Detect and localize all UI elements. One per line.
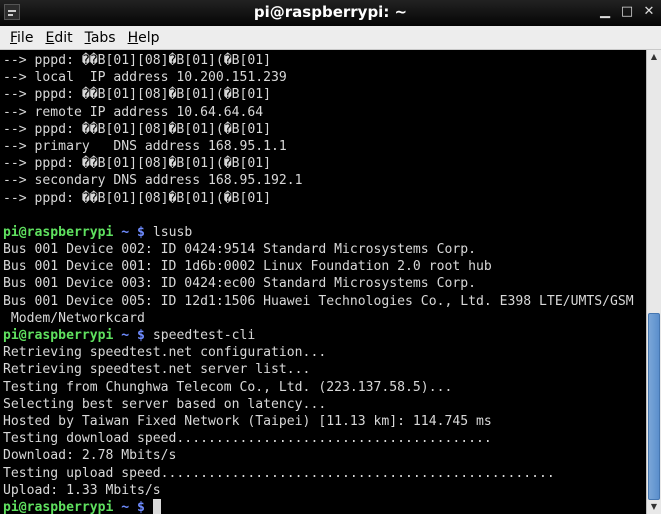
menu-file[interactable]: File — [4, 27, 39, 49]
output-line: Bus 001 Device 002: ID 0424:9514 Standar… — [3, 242, 476, 258]
output-line: --> pppd: ��B[01][08]�B[01](�B[01] — [3, 53, 272, 68]
prompt-symbol: $ — [137, 328, 145, 343]
terminal-lines: --> pppd: ��B[01][08]�B[01](�B[01] --> lo… — [0, 50, 646, 514]
output-line: --> pppd: ��B[01][08]�B[01](�B[01] — [3, 121, 272, 137]
scroll-down-icon[interactable]: ▼ — [647, 500, 661, 514]
prompt-user: pi@raspberrypi — [3, 224, 114, 240]
output-line: --> pppd: ��B[01][08]�B[01](�B[01] — [3, 190, 272, 206]
prompt-line: pi@raspberrypi ~ $ speedtest-cli — [3, 327, 646, 344]
output-line: --> secondary DNS address 168.95.192.1 — [3, 173, 303, 189]
close-icon[interactable]: ✕ — [641, 3, 657, 21]
output-line: Modem/Networkcard — [3, 310, 145, 326]
output-line: Testing upload speed....................… — [3, 465, 555, 481]
output-line: Testing download speed..................… — [3, 431, 492, 447]
menu-edit[interactable]: Edit — [39, 27, 78, 49]
text-cursor — [152, 498, 161, 514]
maximize-icon[interactable]: □ — [619, 3, 635, 21]
prompt-symbol: $ — [137, 224, 145, 240]
output-line: Upload: 1.33 Mbits/s — [3, 482, 161, 498]
terminal-output[interactable]: --> pppd: ��B[01][08]�B[01](�B[01] --> lo… — [0, 50, 646, 514]
vertical-scrollbar[interactable]: ▲ ▼ — [646, 50, 661, 514]
output-line: Selecting best server based on latency..… — [3, 396, 327, 412]
output-line: Download: 2.78 Mbits/s — [3, 448, 177, 464]
output-line: Bus 001 Device 001: ID 1d6b:0002 Linux F… — [3, 259, 492, 275]
window-controls: ▁ □ ✕ — [597, 3, 657, 21]
prompt-symbol: $ — [137, 499, 145, 514]
output-line: Bus 001 Device 003: ID 0424:ec00 Standar… — [3, 276, 476, 292]
window-title: pi@raspberrypi: ~ — [253, 3, 408, 21]
scroll-up-icon[interactable]: ▲ — [647, 50, 661, 64]
menu-help[interactable]: Help — [122, 27, 166, 49]
output-line: --> pppd: ��B[01][08]�B[01](�B[01] — [3, 87, 272, 103]
scrollbar-thumb[interactable] — [648, 312, 660, 500]
output-line: --> remote IP address 10.64.64.64 — [3, 104, 264, 120]
command-text: speedtest-cli — [152, 328, 256, 343]
prompt-user: pi@raspberrypi — [3, 499, 114, 514]
output-line: Retrieving speedtest.net configuration..… — [3, 345, 327, 361]
output-line: Bus 001 Device 005: ID 12d1:1506 Huawei … — [3, 293, 634, 309]
title-bar[interactable]: pi@raspberrypi: ~ ▁ □ ✕ — [0, 0, 661, 26]
prompt-user: pi@raspberrypi — [3, 328, 114, 343]
prompt-path: ~ — [121, 328, 130, 343]
prompt-line: pi@raspberrypi ~ $ — [3, 498, 646, 514]
terminal-window: pi@raspberrypi: ~ ▁ □ ✕ File Edit Tabs H… — [0, 0, 661, 514]
minimize-icon[interactable]: ▁ — [597, 3, 613, 21]
menu-tabs[interactable]: Tabs — [79, 27, 122, 49]
output-line: --> local IP address 10.200.151.239 — [3, 70, 287, 86]
output-line: Retrieving speedtest.net server list... — [3, 362, 311, 378]
prompt-line: pi@raspberrypi ~ $ lsusb — [3, 224, 646, 241]
command-text: lsusb — [152, 224, 193, 240]
menu-bar: File Edit Tabs Help — [0, 26, 661, 50]
output-line: Hosted by Taiwan Fixed Network (Taipei) … — [3, 413, 492, 429]
output-line: Testing from Chunghwa Telecom Co., Ltd. … — [3, 379, 453, 395]
output-line: --> primary DNS address 168.95.1.1 — [3, 138, 287, 154]
prompt-path: ~ — [121, 499, 130, 514]
output-line: --> pppd: ��B[01][08]�B[01](�B[01] — [3, 156, 272, 172]
prompt-path: ~ — [121, 224, 130, 240]
